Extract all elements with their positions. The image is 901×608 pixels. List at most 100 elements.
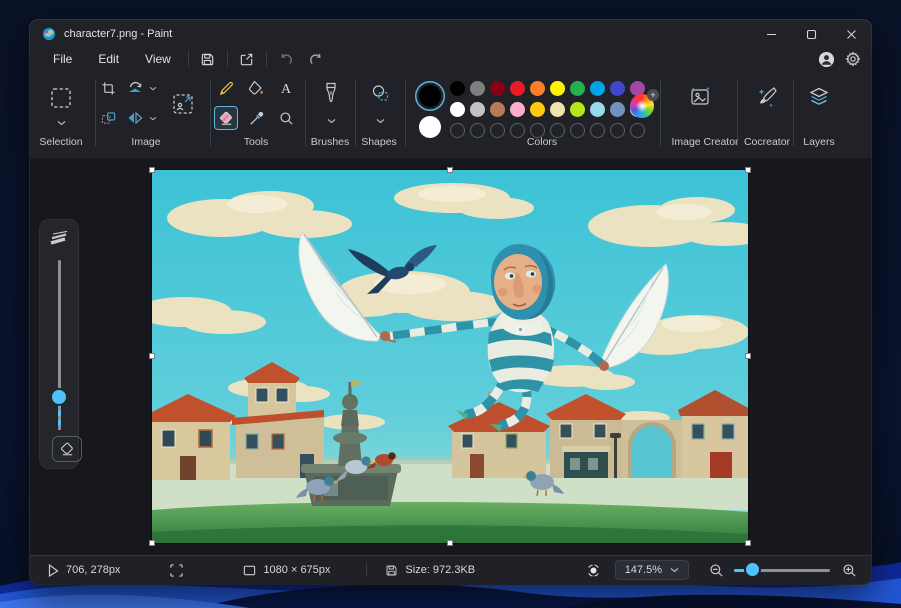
crop-button[interactable]	[96, 76, 120, 100]
status-bar: 706, 278px 1080 × 675px Size: 972.3KB	[30, 555, 871, 584]
canvas-size-icon	[243, 564, 256, 577]
zoom-level-dropdown[interactable]: 147.5%	[615, 560, 689, 580]
size-slider-panel	[40, 220, 78, 468]
svg-text:A: A	[281, 82, 292, 95]
group-label-colors: Colors	[497, 136, 587, 148]
rotate-button[interactable]	[123, 76, 147, 100]
save-button[interactable]	[195, 48, 221, 70]
selection-handle-top-right[interactable]	[745, 167, 751, 173]
menu-edit[interactable]: Edit	[85, 48, 132, 70]
palette-swatch-empty[interactable]	[630, 123, 645, 138]
palette-swatch-ffffff[interactable]	[450, 102, 465, 117]
canvas-image	[152, 170, 748, 543]
zoom-out-icon[interactable]	[709, 563, 724, 578]
selection-handle-bottom-right[interactable]	[745, 540, 751, 546]
undo-button[interactable]	[273, 48, 299, 70]
flip-button[interactable]	[123, 106, 147, 130]
group-label-image: Image	[101, 136, 191, 148]
palette-swatch-ffc90e[interactable]	[530, 102, 545, 117]
palette-swatch-empty[interactable]	[590, 123, 605, 138]
selection-tool-button[interactable]	[47, 84, 75, 112]
palette-swatch-3f48cc[interactable]	[610, 81, 625, 96]
edit-colors-button[interactable]: +	[630, 94, 654, 118]
palette-swatch-ed1c24[interactable]	[510, 81, 525, 96]
minimize-button[interactable]	[751, 20, 791, 48]
palette-swatch-ff7f27[interactable]	[530, 81, 545, 96]
zoom-dropdown-chevron	[670, 567, 679, 573]
redo-button[interactable]	[303, 48, 329, 70]
ribbon-toolbar: Selection Image	[30, 72, 871, 158]
paint-app-icon	[42, 27, 56, 41]
cursor-position-icon	[48, 564, 59, 577]
resize-skew-button[interactable]	[96, 106, 120, 130]
selection-handle-bottom-left[interactable]	[149, 540, 155, 546]
brushes-button[interactable]	[318, 80, 344, 106]
menu-view[interactable]: View	[132, 48, 184, 70]
palette-swatch-99d9ea[interactable]	[590, 102, 605, 117]
share-button[interactable]	[234, 48, 260, 70]
palette-swatch-efe4b0[interactable]	[550, 102, 565, 117]
close-button[interactable]	[831, 20, 871, 48]
maximize-button[interactable]	[791, 20, 831, 48]
canvas[interactable]	[152, 170, 748, 543]
window-title: character7.png - Paint	[64, 28, 172, 40]
layers-button[interactable]	[804, 82, 834, 112]
menu-file[interactable]: File	[40, 48, 85, 70]
zoom-slider[interactable]	[734, 563, 830, 577]
brushes-dropdown-chevron[interactable]	[324, 116, 338, 126]
shapes-button[interactable]	[367, 80, 393, 106]
palette-swatch-empty[interactable]	[470, 123, 485, 138]
eraser-tool-button[interactable]	[214, 106, 238, 130]
palette-swatch-empty[interactable]	[610, 123, 625, 138]
title-bar[interactable]: character7.png - Paint	[30, 20, 871, 48]
zoom-slider-thumb[interactable]	[746, 563, 759, 576]
color-palette	[450, 81, 645, 138]
file-size-icon	[385, 564, 398, 577]
selection-handle-top-center[interactable]	[447, 167, 453, 173]
account-icon[interactable]	[818, 51, 835, 68]
stroke-size-icon	[49, 230, 69, 246]
palette-swatch-c3c3c3[interactable]	[470, 102, 485, 117]
selection-handle-bottom-center[interactable]	[447, 540, 453, 546]
magnifier-tool-button[interactable]	[274, 106, 298, 130]
shapes-dropdown-chevron[interactable]	[373, 116, 387, 126]
selection-handle-middle-right[interactable]	[745, 353, 751, 359]
palette-swatch-22b14c[interactable]	[570, 81, 585, 96]
palette-swatch-b5e61d[interactable]	[570, 102, 585, 117]
text-tool-button[interactable]: A	[274, 76, 298, 100]
group-label-layers: Layers	[774, 136, 864, 148]
color2-swatch[interactable]	[419, 116, 441, 138]
selection-handle-top-left[interactable]	[149, 167, 155, 173]
palette-swatch-880015[interactable]	[490, 81, 505, 96]
resize-image-button[interactable]	[168, 89, 198, 119]
color1-swatch[interactable]	[419, 85, 441, 107]
palette-swatch-00a2e8[interactable]	[590, 81, 605, 96]
palette-swatch-7f7f7f[interactable]	[470, 81, 485, 96]
settings-gear-icon[interactable]	[845, 51, 861, 67]
selection-handle-middle-left[interactable]	[149, 353, 155, 359]
eyedropper-tool-button[interactable]	[244, 106, 268, 130]
cocreator-button[interactable]	[752, 82, 782, 112]
palette-swatch-empty[interactable]	[450, 123, 465, 138]
size-slider-thumb[interactable]	[52, 390, 66, 404]
palette-swatch-000000[interactable]	[450, 81, 465, 96]
eraser-size-button[interactable]	[52, 436, 82, 462]
canvas-size-value: 1080 × 675px	[263, 564, 330, 576]
palette-swatch-fff200[interactable]	[550, 81, 565, 96]
palette-swatch-ffaec9[interactable]	[510, 102, 525, 117]
selection-size-icon	[170, 564, 183, 577]
zoom-in-icon[interactable]	[842, 563, 857, 578]
add-color-icon: +	[647, 89, 659, 101]
flip-dropdown-chevron[interactable]	[146, 113, 160, 123]
group-label-shapes: Shapes	[334, 136, 424, 148]
selection-dropdown-chevron[interactable]	[54, 118, 68, 128]
fit-to-screen-icon[interactable]	[586, 563, 601, 578]
palette-swatch-b97a57[interactable]	[490, 102, 505, 117]
palette-swatch-7092be[interactable]	[610, 102, 625, 117]
cursor-position-value: 706, 278px	[66, 564, 120, 576]
image-creator-button[interactable]	[685, 82, 715, 112]
fill-tool-button[interactable]	[244, 76, 268, 100]
workspace	[30, 158, 871, 555]
pencil-tool-button[interactable]	[214, 76, 238, 100]
rotate-dropdown-chevron[interactable]	[146, 83, 160, 93]
